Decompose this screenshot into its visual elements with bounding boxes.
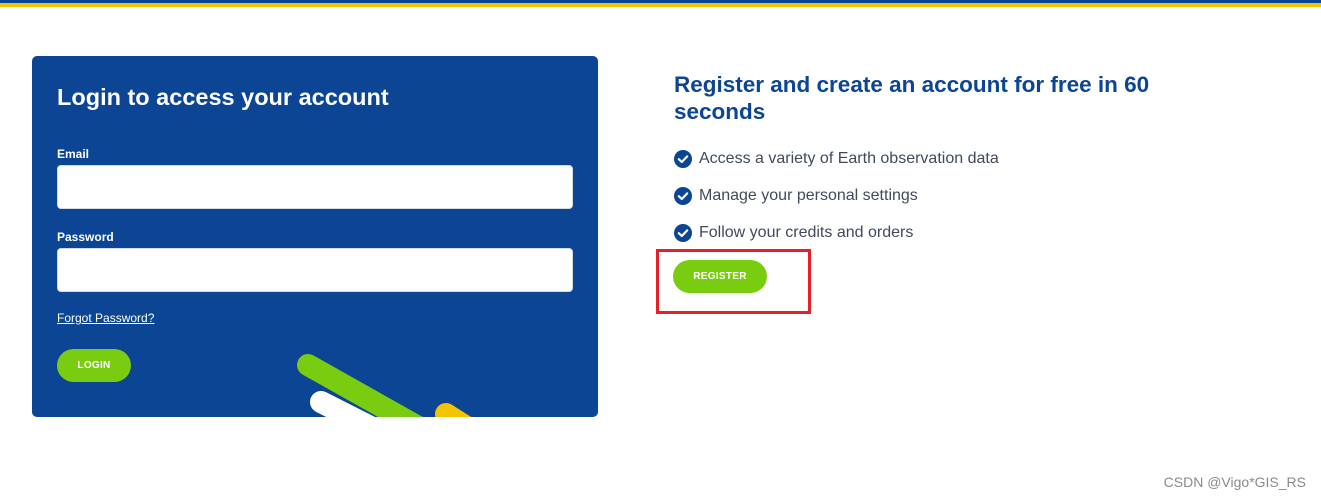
- register-button[interactable]: REGISTER: [673, 260, 767, 293]
- check-circle-icon: [674, 150, 692, 168]
- login-title: Login to access your account: [57, 84, 389, 110]
- check-circle-icon: [674, 224, 692, 242]
- watermark: CSDN @Vigo*GIS_RS: [1163, 474, 1306, 490]
- forgot-password-link[interactable]: Forgot Password?: [57, 311, 154, 325]
- login-button[interactable]: LOGIN: [57, 349, 131, 382]
- email-field[interactable]: [57, 165, 573, 209]
- register-title: Register and create an account for free …: [674, 72, 1150, 124]
- top-accent-bar: [0, 0, 1321, 7]
- benefit-item: Follow your credits and orders: [674, 224, 913, 242]
- password-field[interactable]: [57, 248, 573, 292]
- benefit-item: Access a variety of Earth observation da…: [674, 150, 999, 168]
- register-section: Register and create an account for free …: [674, 71, 1194, 242]
- benefit-text: Access a variety of Earth observation da…: [699, 150, 999, 167]
- email-label: Email: [57, 147, 90, 161]
- login-card: Login to access your account Email Passw…: [32, 56, 598, 417]
- password-label: Password: [57, 230, 114, 244]
- benefit-text: Follow your credits and orders: [699, 224, 914, 241]
- benefit-text: Manage your personal settings: [699, 187, 918, 204]
- check-circle-icon: [674, 187, 692, 205]
- benefit-item: Manage your personal settings: [674, 187, 918, 205]
